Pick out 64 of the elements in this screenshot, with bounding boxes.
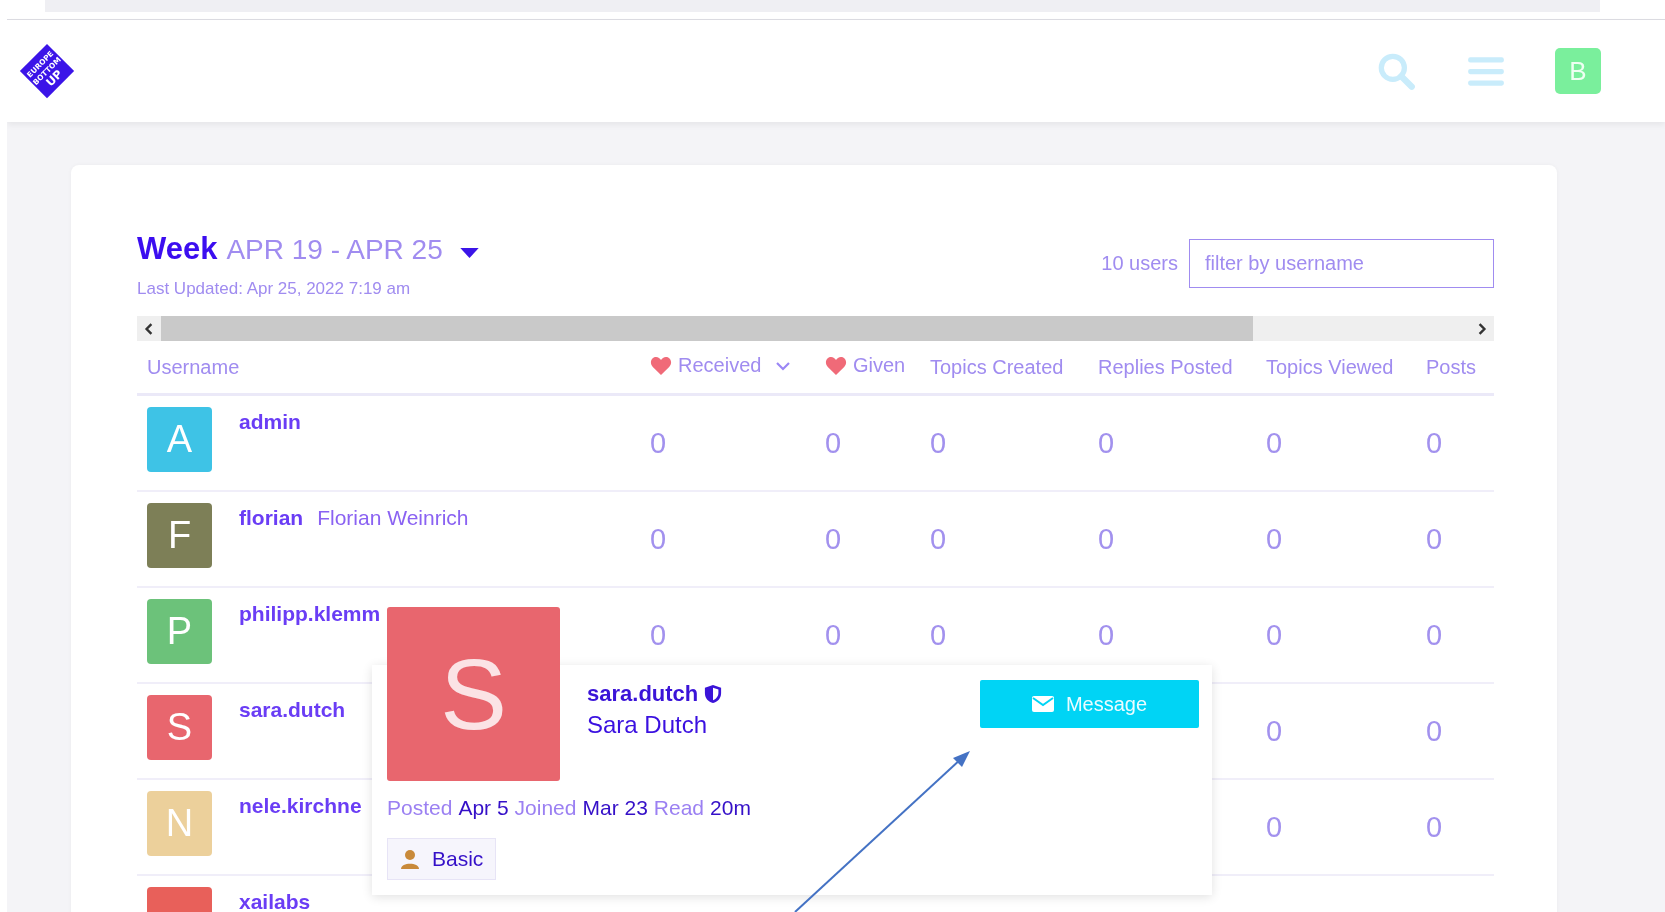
username-link[interactable]: philipp.klemm <box>239 602 381 626</box>
username-link[interactable]: florian <box>239 506 304 530</box>
stat-value: 0 <box>1266 522 1283 556</box>
filter-field[interactable]: filter by username <box>1189 239 1494 288</box>
heart-icon <box>825 355 847 376</box>
full-name: Florian Weinrich <box>317 506 469 530</box>
chevron-down-icon <box>775 360 792 371</box>
column-header[interactable]: Topics Created <box>920 355 1064 379</box>
stat-value: 0 <box>930 618 947 652</box>
stat-value: 0 <box>650 618 667 652</box>
stat-value: 0 <box>825 426 842 460</box>
user-avatar: S <box>387 607 560 781</box>
username-link[interactable]: admin <box>239 410 301 434</box>
period-label: Week <box>137 231 218 267</box>
username-link[interactable]: nele.kirchne <box>239 794 362 818</box>
stat-value: 0 <box>1266 810 1283 844</box>
stat-value: 0 <box>930 426 947 460</box>
user-avatar[interactable]: A <box>147 407 212 472</box>
stat-value: 0 <box>1426 618 1443 652</box>
stat-value: 0 <box>1426 714 1443 748</box>
stat-value: 0 <box>1098 618 1115 652</box>
stat-value: 0 <box>930 522 947 556</box>
column-header[interactable]: Posts <box>1416 355 1477 379</box>
stat-value: 20m <box>710 796 751 820</box>
stat-value: 0 <box>1426 426 1443 460</box>
caret-icon[interactable] <box>459 248 479 259</box>
stat-value: 0 <box>1426 810 1443 844</box>
envelope-icon <box>1031 696 1054 712</box>
user-avatar[interactable]: N <box>147 791 212 856</box>
user-count: 10 users <box>1101 252 1178 275</box>
user-avatar[interactable]: S <box>147 695 212 760</box>
column-header[interactable]: Received <box>640 354 792 378</box>
stat-value: 0 <box>825 522 842 556</box>
stat-value: Apr 5 <box>458 796 509 820</box>
column-header[interactable]: Topics Viewed <box>1256 355 1394 379</box>
stat-value: 0 <box>1098 522 1115 556</box>
horizontal-scrollbar[interactable] <box>137 316 1494 341</box>
message-button[interactable]: Message <box>980 680 1199 728</box>
stat-value: 0 <box>825 618 842 652</box>
column-header[interactable]: Replies Posted <box>1088 355 1233 379</box>
date-range: APR 19 - APR 25 <box>226 234 443 266</box>
stat-label: Read <box>653 796 705 820</box>
stat-label: Posted <box>387 796 453 820</box>
last-updated: Last Updated: Apr 25, 2022 7:19 am <box>137 279 412 299</box>
person-icon <box>400 849 420 869</box>
group-badge[interactable]: Basic <box>387 838 497 880</box>
stat-value: 0 <box>1266 426 1283 460</box>
username-link[interactable]: xailabs <box>239 890 311 912</box>
heart-icon <box>650 355 672 376</box>
stat-value: 0 <box>1266 618 1283 652</box>
username-link[interactable]: sara.dutch <box>587 681 699 707</box>
stat-value: Mar 23 <box>582 796 648 820</box>
column-header[interactable]: Username <box>137 355 240 379</box>
full-name: Sara Dutch <box>587 711 709 739</box>
stat-value: 0 <box>650 426 667 460</box>
stat-value: 0 <box>1426 522 1443 556</box>
column-header[interactable]: Given <box>815 354 906 378</box>
user-avatar[interactable]: F <box>147 503 212 568</box>
user-avatar[interactable]: P <box>147 599 212 664</box>
stat-value: 0 <box>1266 714 1283 748</box>
stat-label: Joined <box>514 796 577 820</box>
username-link[interactable]: sara.dutch <box>239 698 346 722</box>
stat-value: 0 <box>650 522 667 556</box>
stat-value: 0 <box>1098 426 1115 460</box>
